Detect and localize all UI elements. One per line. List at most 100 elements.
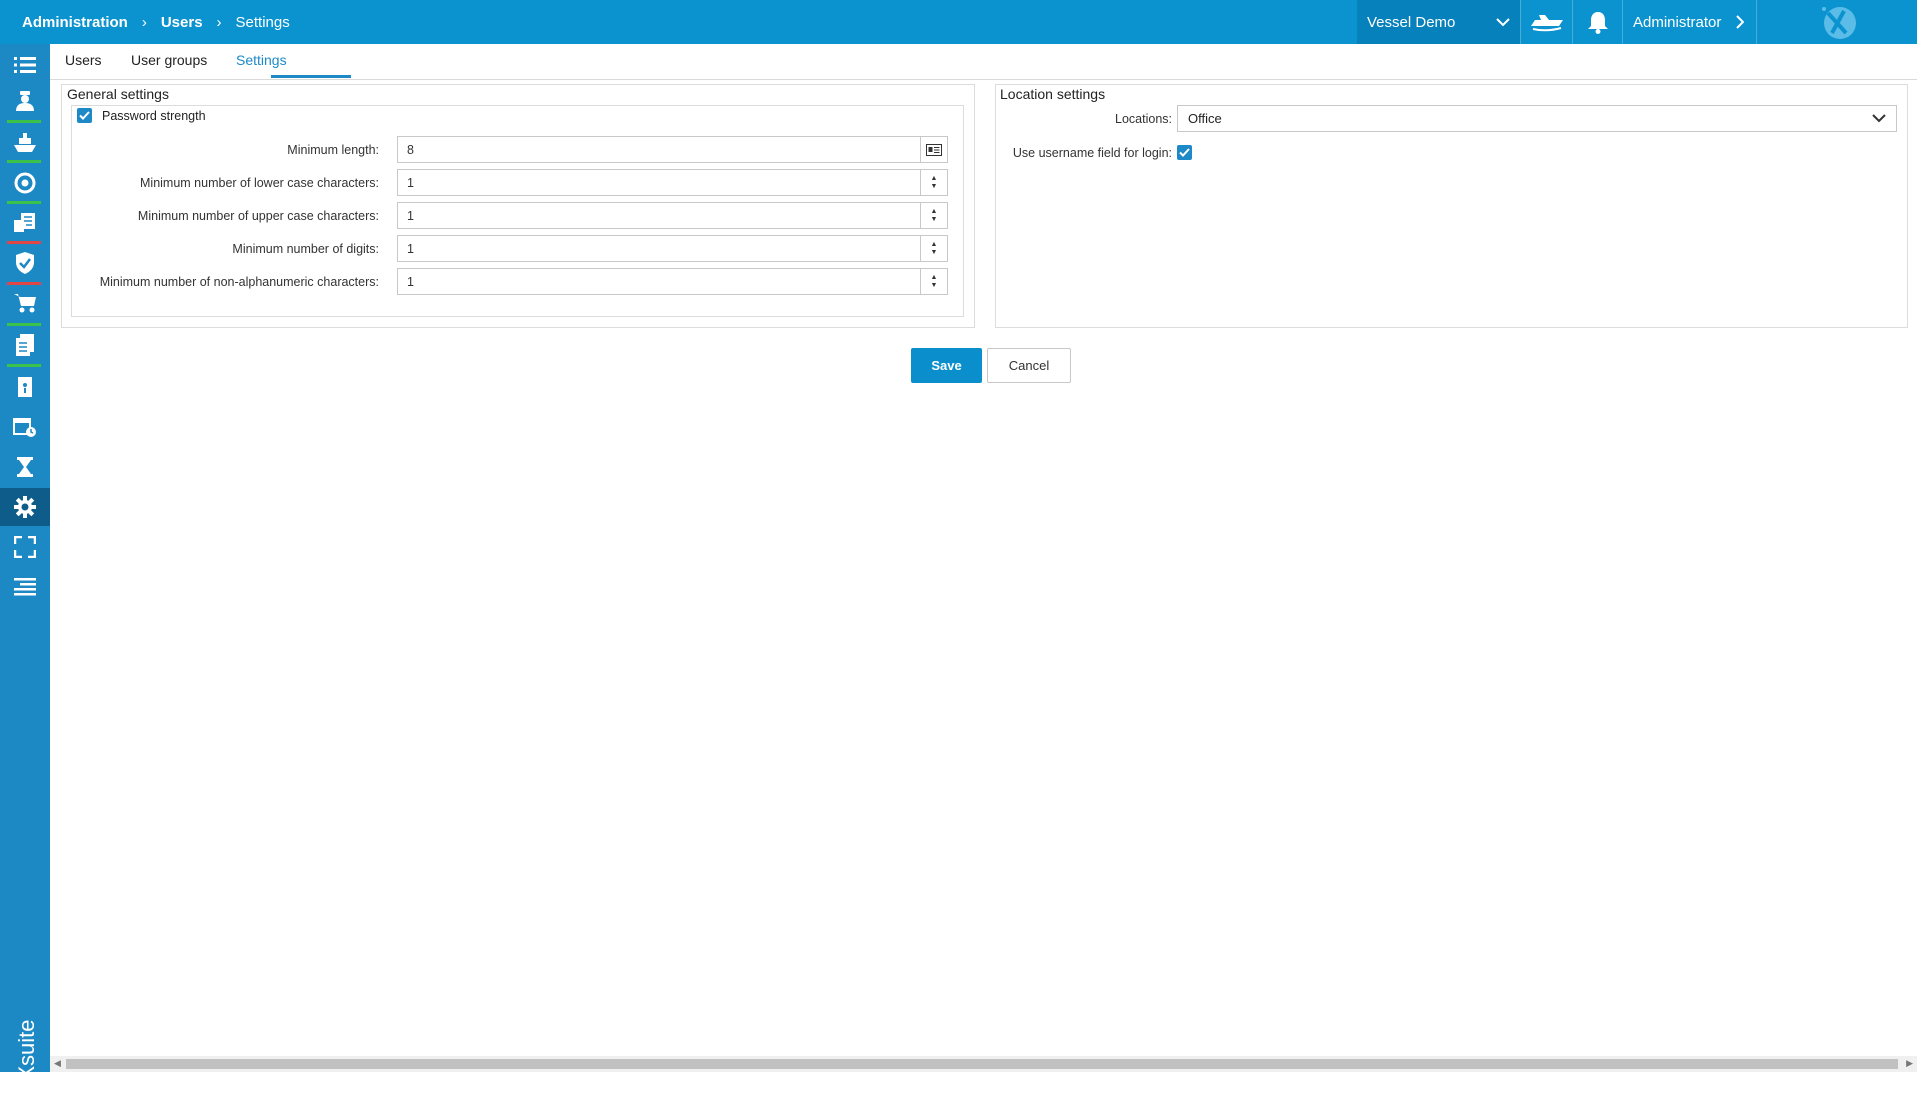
- sidebar-item-history[interactable]: [0, 448, 50, 486]
- breadcrumb-administration[interactable]: Administration: [22, 14, 128, 31]
- sidebar-item-planner[interactable]: [0, 408, 50, 446]
- sidebar-item-purchasing[interactable]: [0, 284, 50, 322]
- field-value: 1: [407, 175, 414, 190]
- field-label: Minimum number of lower case characters:: [140, 176, 379, 190]
- sidebar-item-settings[interactable]: [0, 488, 50, 526]
- vessel-name: Vessel Demo: [1367, 13, 1456, 31]
- username-login-label: Use username field for login:: [1012, 146, 1172, 160]
- chevron-right-icon: ›: [216, 13, 222, 31]
- chevron-down-icon: [1496, 18, 1510, 27]
- brand-text: MXsuite: [14, 1019, 39, 1099]
- vessel-selector[interactable]: Vessel Demo: [1357, 0, 1520, 44]
- chevron-right-icon: [1736, 15, 1744, 29]
- field-value: 1: [407, 274, 414, 289]
- spin-down-icon[interactable]: ▼: [931, 216, 938, 224]
- list-icon: [14, 57, 36, 73]
- tab-bar: Users User groups Settings: [50, 44, 1917, 80]
- cart-icon: [14, 294, 36, 313]
- status-bar: [7, 120, 41, 123]
- sidebar-item-compliance[interactable]: [0, 244, 50, 282]
- save-button[interactable]: Save: [911, 348, 982, 383]
- sidebar-item-menu[interactable]: [0, 568, 50, 606]
- field-value: 8: [407, 142, 414, 157]
- username-login-checkbox[interactable]: [1177, 145, 1192, 160]
- sidebar-item-list[interactable]: [0, 46, 50, 84]
- horizontal-scrollbar[interactable]: ◀ ▶: [50, 1056, 1917, 1072]
- tab-settings[interactable]: Settings: [236, 52, 287, 68]
- breadcrumb: Administration › Users › Settings: [22, 0, 290, 44]
- sidebar-item-crew[interactable]: [0, 82, 50, 120]
- active-tab-indicator: [271, 75, 351, 78]
- checkmark-icon: [1179, 148, 1190, 157]
- sidebar-item-documents[interactable]: [0, 204, 50, 242]
- lifebuoy-icon: [14, 172, 36, 194]
- min-lowercase-input[interactable]: 1 ▲ ▼: [397, 169, 948, 196]
- location-settings-panel: Location settings Locations: Office Use …: [995, 84, 1908, 328]
- spin-up-icon[interactable]: ▲: [931, 175, 938, 183]
- crew-icon: [16, 91, 34, 111]
- sidebar-item-reports[interactable]: [0, 368, 50, 406]
- field-label: Minimum number of upper case characters:: [137, 209, 379, 223]
- user-name: Administrator: [1633, 13, 1722, 31]
- spinner[interactable]: ▲ ▼: [920, 269, 947, 294]
- status-bar: [7, 364, 41, 367]
- sidebar-item-safety[interactable]: [0, 164, 50, 202]
- panel-title: General settings: [67, 86, 169, 102]
- spinner[interactable]: ▲ ▼: [920, 170, 947, 195]
- company-logo-icon: [1812, 2, 1864, 42]
- breadcrumb-users[interactable]: Users: [161, 14, 203, 31]
- chevron-down-icon: [1872, 114, 1886, 123]
- sidebar-item-fullscreen[interactable]: [0, 528, 50, 566]
- shield-check-icon: [16, 252, 34, 274]
- spinner[interactable]: ▲ ▼: [920, 203, 947, 228]
- brand-logo: MXsuite: [0, 984, 50, 1109]
- spin-up-icon[interactable]: ▲: [931, 208, 938, 216]
- locations-select[interactable]: Office: [1177, 105, 1897, 132]
- report-icon: [18, 377, 32, 397]
- files-icon: [16, 334, 34, 356]
- spinner[interactable]: ▲ ▼: [920, 236, 947, 261]
- locations-label: Locations:: [1115, 112, 1172, 126]
- spin-down-icon[interactable]: ▼: [931, 282, 938, 290]
- calendar-icon: [13, 418, 36, 437]
- spin-down-icon[interactable]: ▼: [931, 183, 938, 191]
- tab-user-groups[interactable]: User groups: [131, 52, 207, 68]
- field-label: Minimum length:: [287, 143, 379, 157]
- checkmark-icon: [79, 111, 90, 120]
- field-label: Minimum number of digits:: [232, 242, 379, 256]
- id-card-icon[interactable]: [920, 137, 947, 162]
- menu-icon: [14, 578, 36, 596]
- panel-title: Location settings: [1000, 86, 1106, 102]
- vessel-icon: [14, 133, 36, 152]
- general-settings-panel: General settings Password strength Minim…: [61, 84, 975, 328]
- sidebar: MXsuite: [0, 44, 50, 1099]
- scroll-left-icon[interactable]: ◀: [54, 1058, 61, 1069]
- spin-up-icon[interactable]: ▲: [931, 274, 938, 282]
- sidebar-item-vessel[interactable]: [0, 124, 50, 162]
- min-uppercase-input[interactable]: 1 ▲ ▼: [397, 202, 948, 229]
- password-strength-checkbox[interactable]: [77, 108, 92, 123]
- fullscreen-icon: [14, 536, 36, 558]
- min-non-alphanumeric-input[interactable]: 1 ▲ ▼: [397, 268, 948, 295]
- hourglass-icon: [17, 457, 33, 477]
- field-label: Minimum number of non-alphanumeric chara…: [99, 275, 379, 289]
- breadcrumb-settings: Settings: [235, 13, 290, 31]
- field-value: 1: [407, 241, 414, 256]
- chevron-right-icon: ›: [141, 13, 147, 31]
- cancel-button[interactable]: Cancel: [987, 348, 1071, 383]
- spin-up-icon[interactable]: ▲: [931, 241, 938, 249]
- password-strength-label: Password strength: [102, 109, 206, 123]
- tab-users[interactable]: Users: [65, 52, 102, 68]
- sidebar-item-files[interactable]: [0, 326, 50, 364]
- minimum-length-input[interactable]: 8: [397, 136, 948, 163]
- spin-down-icon[interactable]: ▼: [931, 249, 938, 257]
- scroll-right-icon[interactable]: ▶: [1906, 1058, 1913, 1069]
- scrollbar-thumb[interactable]: [66, 1059, 1898, 1069]
- bell-icon[interactable]: [1572, 0, 1623, 44]
- locations-value: Office: [1188, 111, 1222, 126]
- min-digits-input[interactable]: 1 ▲ ▼: [397, 235, 948, 262]
- password-strength-group: Password strength Minimum length: 8 Mini…: [71, 105, 964, 317]
- ship-icon[interactable]: [1520, 0, 1573, 44]
- user-menu[interactable]: Administrator: [1622, 0, 1757, 44]
- documents-icon: [14, 213, 35, 232]
